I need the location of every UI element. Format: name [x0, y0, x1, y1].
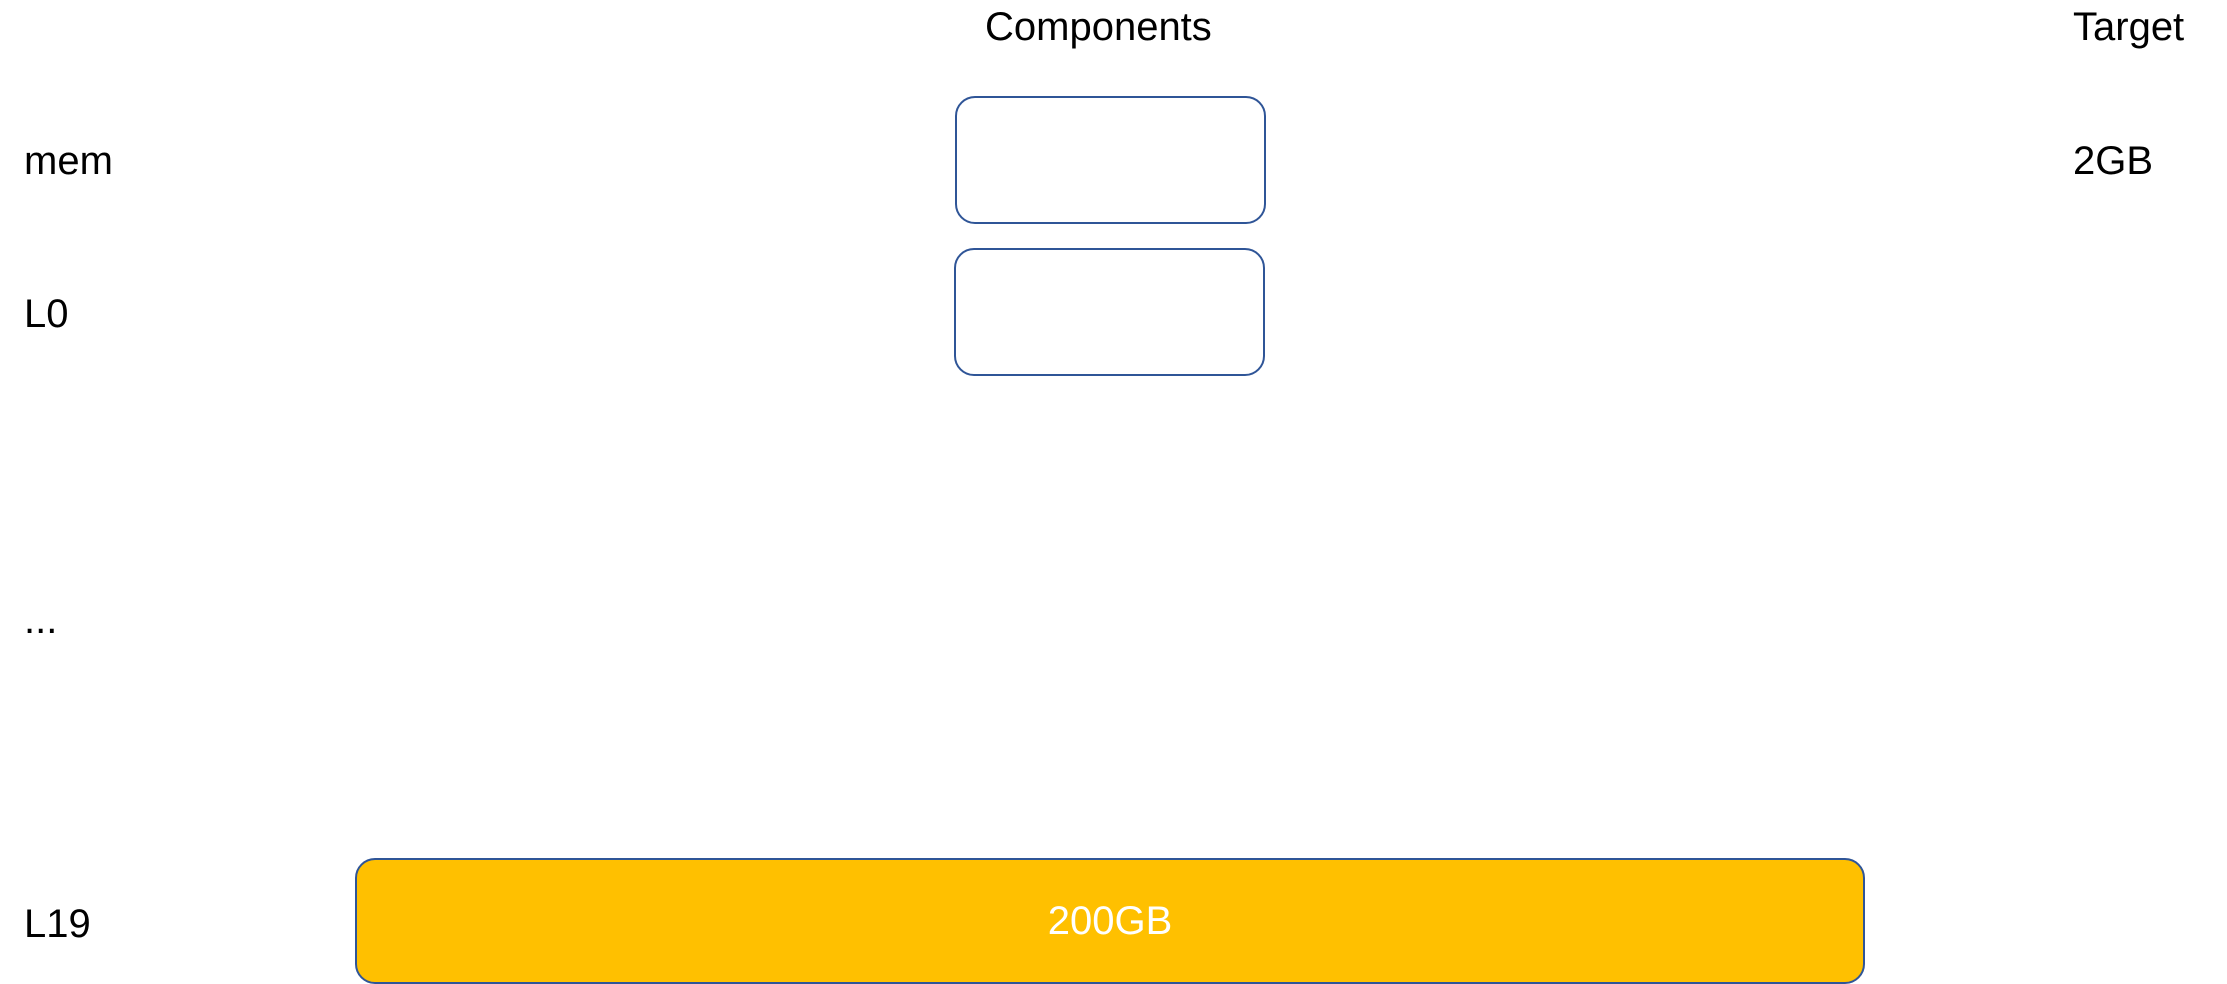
mem-component-box: [955, 96, 1266, 224]
l0-component-box: [954, 248, 1265, 376]
mem-target-value: 2GB: [2073, 139, 2154, 183]
l19-component-bar: 200GB: [355, 858, 1865, 984]
row-label-l19: L19: [24, 902, 91, 946]
target-header: Target: [2073, 5, 2185, 49]
components-header: Components: [985, 5, 1212, 49]
row-label-ellipsis: ...: [24, 598, 58, 642]
row-label-mem: mem: [24, 139, 113, 183]
row-label-l0: L0: [24, 292, 69, 336]
l19-component-size: 200GB: [1047, 899, 1173, 943]
